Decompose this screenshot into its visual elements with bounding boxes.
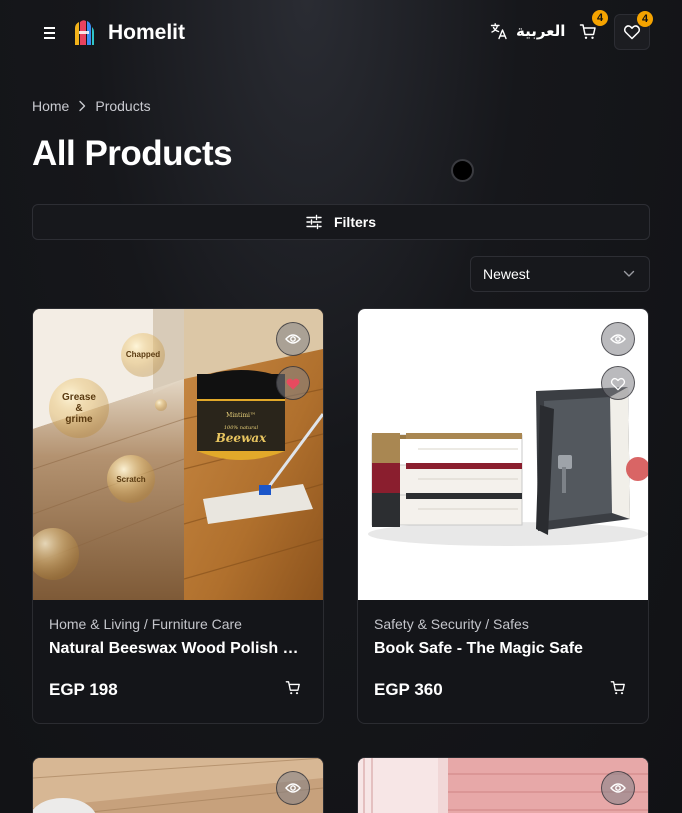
heart-icon (286, 378, 300, 390)
quick-view-button[interactable] (276, 771, 310, 805)
jar-brand-text: Mintimi™ (226, 412, 256, 419)
product-price: EGP 360 (374, 680, 443, 699)
heart-icon (610, 377, 626, 390)
site-header: Homelit العربية 4 4 (0, 0, 682, 64)
product-card[interactable]: Mintimi™ 100% natural Beewax Chapped Gre… (32, 308, 324, 724)
product-category[interactable]: Safety & Security / Safes (374, 616, 632, 632)
language-label: العربية (516, 22, 566, 40)
cart-button[interactable]: 4 (570, 10, 608, 50)
product-name[interactable]: Book Safe - The Magic Safe (374, 640, 632, 658)
filters-button[interactable]: Filters (32, 204, 650, 240)
cart-icon (285, 681, 300, 695)
quick-view-button[interactable] (601, 771, 635, 805)
add-to-wishlist-button[interactable] (601, 366, 635, 400)
product-card[interactable]: Safety & Security / Safes Book Safe - Th… (357, 308, 649, 724)
product-category[interactable]: Home & Living / Furniture Care (49, 616, 307, 632)
quick-view-button[interactable] (601, 322, 635, 356)
cart-icon (579, 24, 596, 39)
jar-title-text: Beewax (215, 431, 268, 445)
product-image[interactable] (33, 758, 323, 813)
product-image[interactable] (358, 758, 648, 813)
filters-label: Filters (333, 214, 376, 230)
breadcrumb-home[interactable]: Home (32, 98, 69, 114)
menu-icon[interactable] (40, 24, 60, 42)
wishlist-button[interactable]: 4 (614, 11, 653, 50)
chevron-right-icon (79, 100, 86, 112)
translate-icon (490, 23, 507, 40)
bubble-grease-text-3: grime (65, 414, 93, 425)
eye-icon (285, 334, 301, 344)
bubble-chapped-text: Chapped (126, 350, 160, 359)
sort-select[interactable]: Newest (470, 256, 650, 292)
product-card[interactable] (357, 757, 649, 813)
cart-count-badge: 4 (592, 10, 608, 26)
bubble-grease-text-1: Grease (62, 392, 96, 403)
sort-selected-value: Newest (483, 266, 530, 282)
product-info: Home & Living / Furniture Care Natural B… (33, 600, 323, 723)
breadcrumb-current: Products (95, 98, 151, 114)
eye-icon (610, 334, 626, 344)
product-info: Safety & Security / Safes Book Safe - Th… (358, 600, 648, 723)
loading-indicator (451, 159, 474, 182)
cart-icon (610, 681, 625, 695)
chevron-down-icon (623, 270, 635, 277)
product-name[interactable]: Natural Beeswax Wood Polish & Restorer (49, 640, 307, 658)
quick-view-button[interactable] (276, 322, 310, 356)
brand-name[interactable]: Homelit (108, 21, 185, 45)
page-title: All Products (32, 134, 233, 173)
bubble-grease-text-2: & (75, 403, 82, 414)
add-to-cart-button[interactable] (610, 680, 632, 702)
product-image[interactable] (358, 309, 648, 600)
product-image[interactable]: Mintimi™ 100% natural Beewax Chapped Gre… (33, 309, 323, 600)
bubble-scratch-text: Scratch (116, 475, 145, 484)
eye-icon (610, 783, 626, 793)
eye-icon (285, 783, 301, 793)
product-price: EGP 198 (49, 680, 118, 699)
logo-icon[interactable] (72, 18, 98, 46)
add-to-cart-button[interactable] (285, 680, 307, 702)
sliders-icon (306, 214, 322, 230)
breadcrumb: Home Products (32, 98, 151, 114)
product-card[interactable] (32, 757, 324, 813)
language-switch[interactable]: العربية (490, 22, 565, 40)
wishlist-count-badge: 4 (637, 11, 653, 27)
heart-icon (623, 25, 641, 40)
add-to-wishlist-button[interactable] (276, 366, 310, 400)
